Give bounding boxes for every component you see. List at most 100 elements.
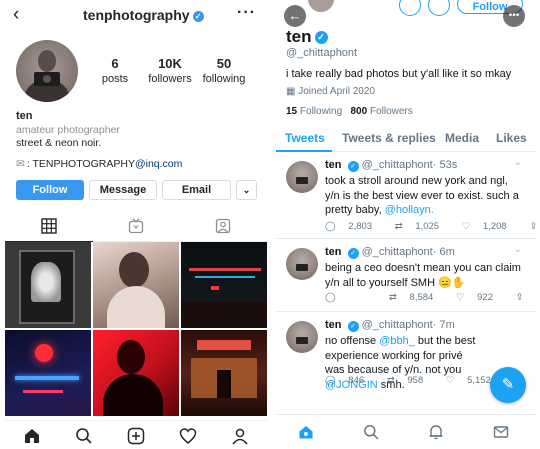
retweet-icon: ⇄ xyxy=(386,375,395,386)
reply-action[interactable]: ◯ xyxy=(325,292,358,303)
photo-portrait-laughing[interactable] xyxy=(93,242,179,328)
instagram-header: ‹ tenphotography ✓ ··· xyxy=(5,0,268,30)
home-icon[interactable] xyxy=(298,424,314,440)
igtv-tab-icon[interactable] xyxy=(128,218,144,234)
like-action[interactable]: ♡ 1,208 xyxy=(462,221,517,232)
tweet-avatar[interactable] xyxy=(286,321,318,353)
tab-tweets[interactable]: Tweets xyxy=(285,131,325,145)
search-icon[interactable] xyxy=(363,424,379,440)
retweet-icon: ⇄ xyxy=(394,221,403,232)
profile-avatar[interactable] xyxy=(16,40,78,102)
tweet-header: ten ✓ @_chittaphont· 53s xyxy=(325,159,457,172)
message-button[interactable]: Message xyxy=(89,180,157,200)
posts-count: 6 xyxy=(111,56,119,71)
activity-heart-icon[interactable] xyxy=(179,427,197,445)
joined-text: Joined April 2020 xyxy=(298,86,375,97)
verified-badge-icon: ✓ xyxy=(314,31,328,44)
like-action[interactable]: ♡ 922 xyxy=(456,292,503,303)
share-icon[interactable]: ⇪ xyxy=(529,221,537,232)
back-arrow-icon[interactable]: ← xyxy=(284,5,306,27)
retweet-action[interactable]: ⇄ 958 xyxy=(387,375,433,386)
profile-name: ten xyxy=(16,110,33,122)
tweet-mention-link[interactable]: @hollayn. xyxy=(385,204,434,216)
profile-email[interactable]: ✉: TENPHOTOGRAPHY@inq.com xyxy=(16,158,182,170)
tweet-author-handle: @_chittaphont xyxy=(361,319,433,331)
username-text: tenphotography xyxy=(83,7,190,23)
following-count: 50 xyxy=(216,56,232,71)
reply-icon: ◯ xyxy=(325,221,336,232)
tweet-author-handle: @_chittaphont xyxy=(361,246,433,258)
tweet-avatar[interactable] xyxy=(286,248,318,280)
profile-bio: street & neon noir. xyxy=(16,137,102,149)
share-icon[interactable]: ⇪ xyxy=(516,292,524,303)
photo-neon-lights[interactable] xyxy=(5,330,91,416)
followers-count[interactable]: 800 xyxy=(351,106,368,117)
photo-crosswalk-signal[interactable] xyxy=(5,242,91,328)
tweet-options-chevron-icon[interactable]: ⌄ xyxy=(514,157,522,168)
tweet-author-name: ten xyxy=(325,246,342,258)
tweet-author-name: ten xyxy=(325,319,342,331)
tab-media[interactable]: Media xyxy=(445,131,479,145)
notifications-bell-icon[interactable] xyxy=(428,0,450,16)
tweet-actions: ◯ 2,803 ⇄ 1,025 ♡ 1,208 ⇪ xyxy=(325,221,540,232)
email-domain-link[interactable]: @inq.com xyxy=(135,158,182,170)
suggested-accounts-chevron-icon[interactable]: ⌄ xyxy=(236,180,257,200)
more-options-icon[interactable]: ··· xyxy=(237,4,256,22)
verified-badge-icon: ✓ xyxy=(347,161,359,172)
following-stat[interactable]: 50 following xyxy=(199,56,249,85)
twitter-bio: i take really bad photos but y'all like … xyxy=(286,68,512,80)
profile-username: tenphotography ✓ xyxy=(83,7,204,23)
followers-label[interactable]: Followers xyxy=(370,106,413,117)
tab-tweets-replies[interactable]: Tweets & replies xyxy=(342,131,436,145)
heart-icon: ♡ xyxy=(445,375,455,386)
photo-grid xyxy=(5,242,268,418)
tweet-mention-link[interactable]: @bbh_ xyxy=(379,335,415,347)
retweet-count: 8,584 xyxy=(409,292,434,303)
reply-icon: ◯ xyxy=(325,375,336,386)
search-icon[interactable] xyxy=(75,427,93,445)
display-name-text: ten xyxy=(286,27,312,46)
tweet-avatar[interactable] xyxy=(286,161,318,193)
home-icon[interactable] xyxy=(23,427,41,445)
more-options-icon[interactable]: ••• xyxy=(503,5,525,27)
posts-label: posts xyxy=(101,73,129,85)
message-envelope-icon[interactable] xyxy=(399,0,421,16)
twitter-avatar[interactable] xyxy=(306,0,336,14)
reply-action[interactable]: ◯ 846 xyxy=(325,375,374,386)
heart-icon: ♡ xyxy=(455,292,465,303)
retweet-action[interactable]: ⇄ 8,584 xyxy=(389,292,443,303)
profile-icon[interactable] xyxy=(231,427,249,445)
followers-stat[interactable]: 10K followers xyxy=(145,56,195,85)
tweet-item[interactable]: ten ✓ @_chittaphont· 53s ⌄ took a stroll… xyxy=(276,153,537,239)
back-arrow-icon[interactable]: ‹ xyxy=(13,4,19,26)
twitter-header: ← Follow ••• xyxy=(276,0,536,30)
reply-count: 846 xyxy=(348,375,365,386)
tweet-options-chevron-icon[interactable]: ⌄ xyxy=(514,244,522,255)
notifications-bell-icon[interactable] xyxy=(428,424,444,440)
posts-stat[interactable]: 6 posts xyxy=(97,56,133,85)
reply-action[interactable]: ◯ 2,803 xyxy=(325,221,382,232)
photo-storefront-night[interactable] xyxy=(181,330,267,416)
following-label: following xyxy=(202,73,246,85)
followers-count: 10K xyxy=(158,56,182,71)
follow-stats: 15 Following 800 Followers xyxy=(286,106,413,117)
tweet-actions: ◯ ⇄ 8,584 ♡ 922 ⇪ xyxy=(325,292,534,303)
retweet-action[interactable]: ⇄ 1,025 xyxy=(395,221,449,232)
tweet-time: · 6m xyxy=(432,246,455,258)
tweet-item[interactable]: ten ✓ @_chittaphont· 6m ⌄ being a ceo do… xyxy=(276,240,536,312)
following-label[interactable]: Following xyxy=(300,106,342,117)
follow-button[interactable]: Follow xyxy=(16,180,84,200)
messages-envelope-icon[interactable] xyxy=(493,424,509,440)
compose-tweet-button[interactable]: ✎ xyxy=(490,367,526,403)
twitter-profile-panel: ← Follow ••• ten ✓ @_chittaphont i take r… xyxy=(276,0,537,449)
email-button[interactable]: Email xyxy=(162,180,231,200)
grid-tab-icon[interactable] xyxy=(41,218,57,234)
following-count[interactable]: 15 xyxy=(286,106,297,117)
tab-likes[interactable]: Likes xyxy=(496,131,527,145)
instagram-profile-panel: ‹ tenphotography ✓ ··· 6 posts 10K follow… xyxy=(5,0,268,449)
new-post-icon[interactable] xyxy=(127,427,145,445)
tagged-tab-icon[interactable] xyxy=(215,218,231,234)
photo-city-night[interactable] xyxy=(181,242,267,328)
photo-red-portrait[interactable] xyxy=(93,330,179,416)
like-count: 922 xyxy=(477,292,493,303)
